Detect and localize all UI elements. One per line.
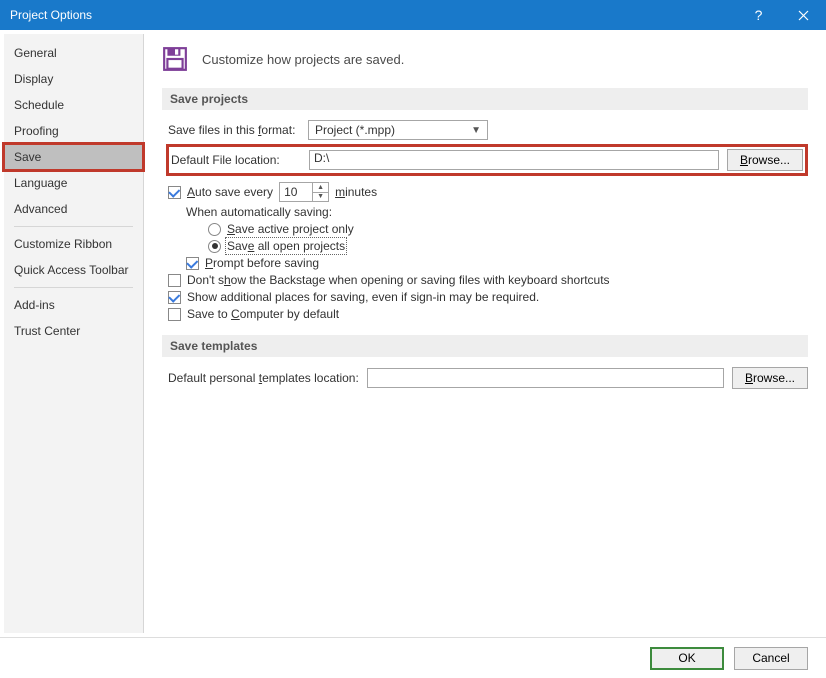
autosave-unit-label: minutes [335,185,377,199]
computer-label: Save to Computer by default [187,307,339,321]
titlebar: Project Options ? [0,0,826,30]
browse-location-button[interactable]: Browse... [727,149,803,171]
sidebar-item-proofing[interactable]: Proofing [4,118,143,144]
content-pane: Customize how projects are saved. Save p… [144,30,826,637]
prompt-label: Prompt before saving [205,256,319,270]
templates-location-label: Default personal templates location: [168,371,359,385]
format-select-value: Project (*.mpp) [315,123,395,137]
when-saving-label: When automatically saving: [186,205,332,219]
close-button[interactable] [781,0,826,30]
page-description: Customize how projects are saved. [202,52,404,67]
help-button[interactable]: ? [736,0,781,30]
templates-location-input[interactable] [367,368,724,388]
radio-save-active[interactable] [208,223,221,236]
section-save-projects: Save projects [162,88,808,110]
close-icon [798,10,809,21]
radio-save-active-label: Save active project only [227,222,354,236]
sidebar-item-general[interactable]: General [4,40,143,66]
save-icon [162,46,188,72]
sidebar-item-language[interactable]: Language [4,170,143,196]
places-checkbox[interactable] [168,291,181,304]
ok-button[interactable]: OK [650,647,724,670]
places-label: Show additional places for saving, even … [187,290,539,304]
spinner-up-icon[interactable]: ▲ [313,183,328,193]
section-save-templates: Save templates [162,335,808,357]
cancel-button[interactable]: Cancel [734,647,808,670]
computer-checkbox[interactable] [168,308,181,321]
sidebar-separator [14,226,133,227]
sidebar-item-quick-access[interactable]: Quick Access Toolbar [4,257,143,283]
radio-save-all[interactable] [208,240,221,253]
sidebar-item-trust-center[interactable]: Trust Center [4,318,143,344]
prompt-checkbox[interactable] [186,257,199,270]
window-title: Project Options [10,8,736,22]
location-label: Default File location: [171,153,301,167]
sidebar-item-schedule[interactable]: Schedule [4,92,143,118]
autosave-checkbox[interactable] [168,186,181,199]
sidebar-item-customize-ribbon[interactable]: Customize Ribbon [4,231,143,257]
sidebar-item-advanced[interactable]: Advanced [4,196,143,222]
autosave-minutes-spinner[interactable]: 10 ▲▼ [279,182,329,202]
sidebar: General Display Schedule Proofing Save L… [4,34,144,633]
format-label: Save files in this format: [168,123,298,137]
browse-templates-button[interactable]: Browse... [732,367,808,389]
autosave-label: Auto save every [187,185,273,199]
sidebar-item-display[interactable]: Display [4,66,143,92]
sidebar-item-save[interactable]: Save [4,144,143,170]
backstage-checkbox[interactable] [168,274,181,287]
sidebar-separator [14,287,133,288]
sidebar-item-addins[interactable]: Add-ins [4,292,143,318]
spinner-down-icon[interactable]: ▼ [313,193,328,202]
backstage-label: Don't show the Backstage when opening or… [187,273,610,287]
footer: OK Cancel [0,638,826,678]
format-select[interactable]: Project (*.mpp) ▼ [308,120,488,140]
location-input[interactable]: D:\ [309,150,719,170]
radio-save-all-label: Save all open projects [227,239,345,253]
chevron-down-icon: ▼ [471,125,481,136]
